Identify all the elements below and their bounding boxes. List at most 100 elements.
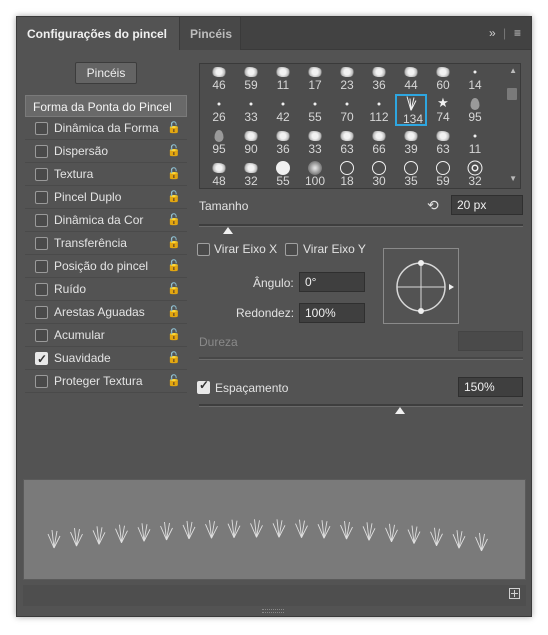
brush-tip[interactable]: 90	[235, 126, 267, 158]
brush-option-item[interactable]: Suavidade 🔓	[25, 347, 187, 371]
lock-icon[interactable]: 🔓	[167, 370, 181, 393]
brush-tip[interactable]: 66	[363, 126, 395, 158]
option-checkbox[interactable]	[35, 237, 48, 250]
brush-tip[interactable]: ★ 74	[427, 94, 459, 126]
spacing-slider-thumb[interactable]	[395, 407, 405, 414]
brush-tip[interactable]: 63	[427, 126, 459, 158]
dot-brush-icon	[217, 102, 221, 106]
brush-tip[interactable]: 32	[235, 158, 267, 188]
resize-grip[interactable]	[262, 609, 284, 613]
brush-option-item[interactable]: Arestas Aguadas 🔓	[25, 301, 187, 324]
brush-tip[interactable]: 63	[331, 126, 363, 158]
brush-tip[interactable]: 33	[235, 94, 267, 126]
option-checkbox[interactable]	[35, 260, 48, 273]
lock-icon[interactable]: 🔓	[167, 255, 181, 278]
size-label: Tamanho	[199, 199, 249, 213]
brush-tip[interactable]: 59	[427, 158, 459, 188]
brush-tip[interactable]: 17	[299, 64, 331, 94]
reset-size-icon[interactable]: ⟲	[427, 197, 439, 214]
brush-tip[interactable]: 59	[235, 64, 267, 94]
roundness-field[interactable]: 100%	[299, 303, 365, 323]
brush-option-item[interactable]: Pincel Duplo 🔓	[25, 186, 187, 209]
lock-icon[interactable]: 🔓	[167, 324, 181, 347]
brush-tip[interactable]: 26	[203, 94, 235, 126]
lock-icon[interactable]: 🔓	[167, 347, 181, 370]
brush-tip[interactable]: 95	[459, 94, 491, 126]
flip-x-checkbox[interactable]	[197, 243, 210, 256]
brush-tip[interactable]: 14	[459, 64, 491, 94]
brush-option-item[interactable]: Dinâmica da Cor 🔓	[25, 209, 187, 232]
brush-tip[interactable]: 55	[267, 158, 299, 188]
angle-field[interactable]: 0°	[299, 272, 365, 292]
brush-tip[interactable]: 33	[299, 126, 331, 158]
brush-tip[interactable]: 100	[299, 158, 331, 188]
lock-icon[interactable]: 🔓	[167, 209, 181, 232]
brush-tip[interactable]: 48	[203, 158, 235, 188]
lock-icon[interactable]: 🔓	[167, 186, 181, 209]
brush-option-item[interactable]: Transferência 🔓	[25, 232, 187, 255]
brush-tip[interactable]: 112	[363, 94, 395, 126]
brush-tip[interactable]: 36	[363, 64, 395, 94]
grass-stroke-mark	[317, 520, 331, 539]
brush-tip[interactable]: 23	[331, 64, 363, 94]
brush-tip[interactable]: 35	[395, 158, 427, 188]
brush-tip[interactable]: 95	[203, 126, 235, 158]
option-checkbox[interactable]	[35, 283, 48, 296]
brush-option-item[interactable]: Dinâmica da Forma 🔓	[25, 117, 187, 140]
spacing-checkbox[interactable]	[197, 378, 210, 394]
angle-roundness-widget[interactable]	[383, 248, 459, 324]
option-checkbox[interactable]	[35, 214, 48, 227]
panel-menu-icon[interactable]: ≡	[514, 26, 521, 40]
lock-icon[interactable]: 🔓	[167, 301, 181, 324]
brush-tip[interactable]: 11	[459, 126, 491, 158]
brush-tip[interactable]: 55	[299, 94, 331, 126]
brush-tip[interactable]: 30	[363, 158, 395, 188]
option-checkbox[interactable]	[35, 329, 48, 342]
option-checkbox[interactable]	[35, 375, 48, 388]
grid-scroll-thumb[interactable]	[507, 88, 517, 100]
lock-icon[interactable]: 🔓	[167, 278, 181, 301]
option-checkbox[interactable]	[35, 191, 48, 204]
option-checkbox[interactable]	[35, 122, 48, 135]
collapse-icon[interactable]: »	[489, 26, 496, 40]
tab-brush-settings[interactable]: Configurações do pincel	[17, 17, 179, 50]
size-field[interactable]: 20 px	[451, 195, 523, 215]
brush-option-item[interactable]: Proteger Textura 🔓	[25, 370, 187, 393]
brush-tip[interactable]: 134	[395, 94, 427, 126]
brush-tip[interactable]: 60	[427, 64, 459, 94]
scroll-down-icon[interactable]: ▼	[509, 174, 517, 183]
lock-icon[interactable]: 🔓	[167, 232, 181, 255]
tab-brushes[interactable]: Pincéis	[179, 17, 241, 50]
spacing-slider[interactable]	[199, 404, 523, 407]
brush-option-item[interactable]: Posição do pincel 🔓	[25, 255, 187, 278]
lock-icon[interactable]: 🔓	[167, 163, 181, 186]
brush-tip-shape-item[interactable]: Forma da Ponta do Pincel	[25, 95, 187, 117]
size-slider[interactable]	[199, 224, 523, 227]
brush-tip[interactable]: 70	[331, 94, 363, 126]
brush-option-item[interactable]: Acumular 🔓	[25, 324, 187, 347]
option-checkbox[interactable]	[35, 145, 48, 158]
brush-option-item[interactable]: Textura 🔓	[25, 163, 187, 186]
brush-tip[interactable]: 11	[267, 64, 299, 94]
flip-y-checkbox[interactable]	[285, 243, 298, 256]
spacing-field[interactable]: 150%	[458, 377, 523, 397]
brush-tip[interactable]: 42	[267, 94, 299, 126]
size-slider-thumb[interactable]	[223, 227, 233, 234]
brush-option-item[interactable]: Dispersão 🔓	[25, 140, 187, 163]
brush-tip[interactable]: 39	[395, 126, 427, 158]
brush-tip[interactable]: 46	[203, 64, 235, 94]
lock-icon[interactable]: 🔓	[167, 140, 181, 163]
brush-tip[interactable]: 18	[331, 158, 363, 188]
option-checkbox[interactable]	[35, 306, 48, 319]
brush-tip[interactable]: 32	[459, 158, 491, 188]
option-checkbox[interactable]	[35, 348, 48, 371]
brush-option-item[interactable]: Ruído 🔓	[25, 278, 187, 301]
lock-icon[interactable]: 🔓	[167, 117, 181, 140]
brushes-button[interactable]: Pincéis	[75, 62, 137, 84]
option-checkbox[interactable]	[35, 168, 48, 181]
brush-tip[interactable]: 44	[395, 64, 427, 94]
create-new-brush-icon[interactable]	[509, 588, 520, 599]
grid-scrollbar[interactable]	[507, 64, 519, 188]
scroll-up-icon[interactable]: ▲	[509, 66, 517, 75]
brush-tip[interactable]: 36	[267, 126, 299, 158]
